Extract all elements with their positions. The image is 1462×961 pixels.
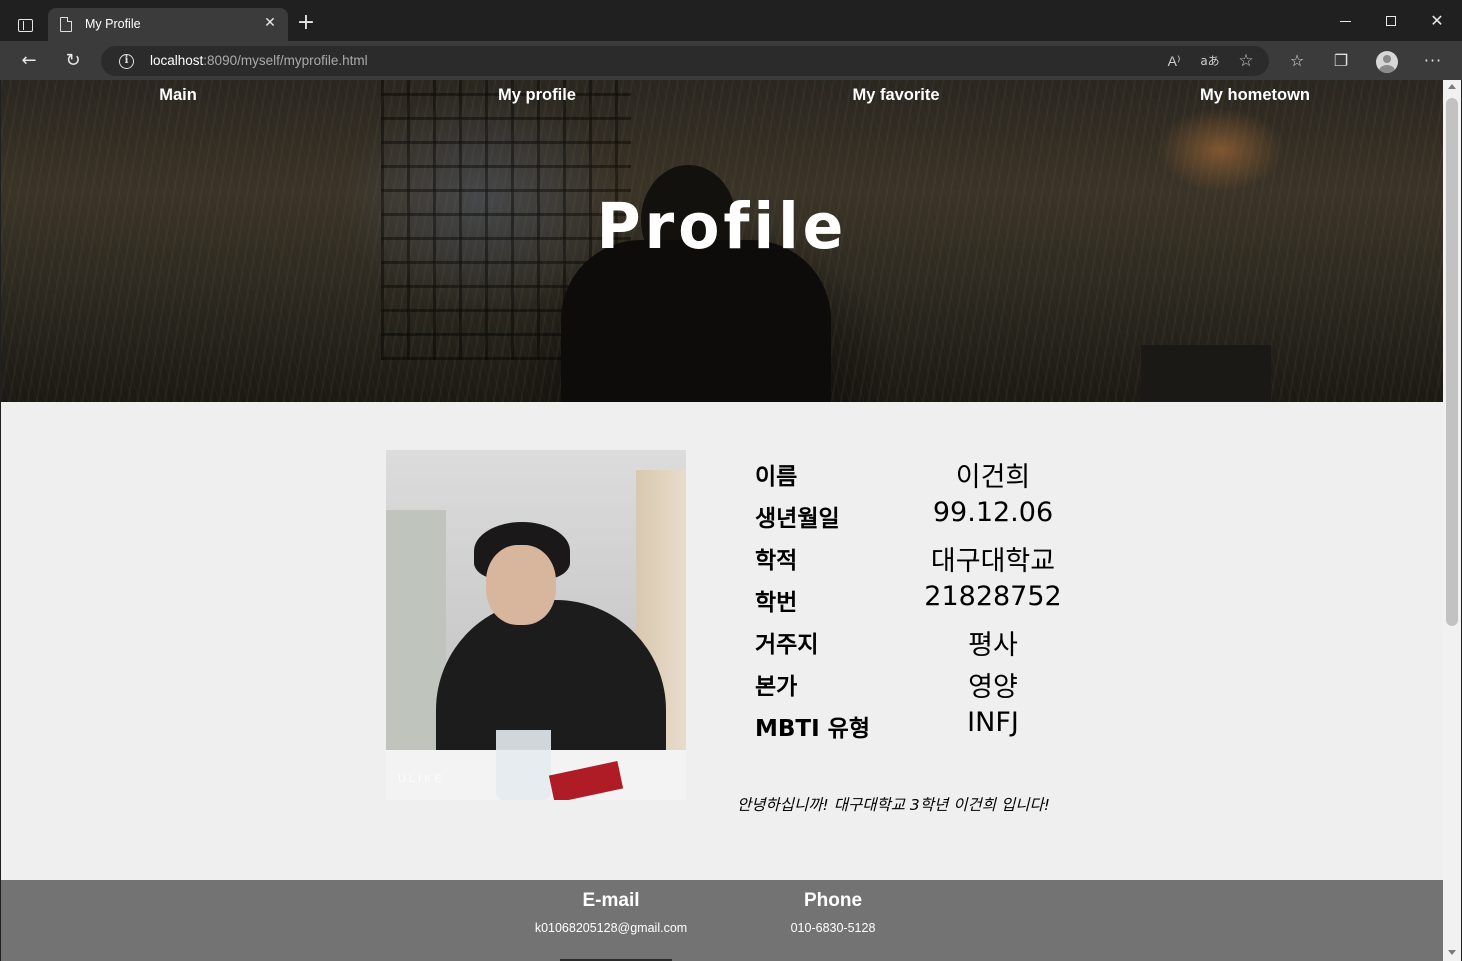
info-value: INFJ bbox=[967, 707, 1019, 738]
info-row-mbti: MBTI 유형 INFJ bbox=[755, 707, 1155, 751]
info-label: 학번 bbox=[755, 590, 798, 616]
scroll-up-icon[interactable] bbox=[1448, 84, 1456, 89]
tab-actions-icon[interactable] bbox=[12, 12, 38, 38]
info-value: 영양 bbox=[968, 672, 1018, 703]
url-text[interactable]: localhost:8090/myself/myprofile.html bbox=[150, 53, 368, 68]
footer: E-mail k01068205128@gmail.com Phone 010-… bbox=[1, 880, 1443, 961]
info-label: 생년월일 bbox=[755, 506, 840, 532]
info-row-birthdate: 생년월일 99.12.06 bbox=[755, 497, 1155, 541]
footer-phone: Phone 010-6830-5128 bbox=[791, 890, 876, 935]
info-label: MBTI 유형 bbox=[755, 716, 870, 742]
close-tab-icon[interactable]: ✕ bbox=[262, 15, 278, 31]
tab-title: My Profile bbox=[85, 17, 141, 31]
scroll-thumb[interactable] bbox=[1446, 98, 1458, 626]
nav-link-my-hometown[interactable]: My hometown bbox=[1200, 86, 1310, 105]
photo-watermark: ULIKE bbox=[398, 773, 445, 785]
info-row-school: 학적 대구대학교 bbox=[755, 541, 1155, 583]
close-window-button[interactable]: ✕ bbox=[1414, 8, 1460, 34]
info-value: 21828752 bbox=[924, 581, 1062, 612]
greeting-text: 안녕하십니까! 대구대학교 3학년 이건희 입니다! bbox=[737, 796, 1050, 814]
hero-banner: Main My profile My favorite My hometown … bbox=[1, 80, 1443, 402]
site-info-icon[interactable]: i bbox=[119, 54, 134, 69]
phone-value[interactable]: 010-6830-5128 bbox=[791, 921, 876, 935]
address-bar[interactable]: i localhost:8090/myself/myprofile.html A… bbox=[101, 46, 1269, 76]
info-label: 학적 bbox=[755, 548, 798, 574]
favorites-icon[interactable]: ☆ bbox=[1285, 49, 1309, 73]
browser-titlebar: My Profile ✕ + ✕ bbox=[0, 0, 1462, 41]
info-value: 99.12.06 bbox=[932, 497, 1054, 528]
top-navigation: Main My profile My favorite My hometown bbox=[1, 80, 1443, 112]
browser-toolbar: ← ↻ i localhost:8090/myself/myprofile.ht… bbox=[0, 41, 1462, 80]
info-row-name: 이름 이건희 bbox=[755, 457, 1155, 499]
profile-photo: ULIKE bbox=[386, 450, 686, 800]
page-icon bbox=[60, 17, 72, 32]
new-tab-button[interactable]: + bbox=[296, 12, 316, 34]
add-favorite-icon[interactable]: ☆ bbox=[1236, 51, 1256, 71]
nav-link-my-profile[interactable]: My profile bbox=[498, 86, 576, 105]
minimize-button[interactable] bbox=[1322, 8, 1368, 34]
nav-link-my-favorite[interactable]: My favorite bbox=[852, 86, 939, 105]
browser-tab[interactable]: My Profile ✕ bbox=[48, 8, 288, 41]
collections-icon[interactable]: ❐ bbox=[1329, 49, 1353, 73]
info-value: 평사 bbox=[968, 630, 1018, 661]
vertical-scrollbar[interactable] bbox=[1443, 80, 1461, 961]
info-row-student-id: 학번 21828752 bbox=[755, 581, 1155, 625]
info-row-residence: 거주지 평사 bbox=[755, 625, 1155, 667]
read-aloud-icon[interactable]: A⁾ bbox=[1164, 51, 1184, 71]
info-label: 거주지 bbox=[755, 632, 819, 658]
page-viewport: Main My profile My favorite My hometown … bbox=[1, 80, 1443, 961]
footer-email: E-mail k01068205128@gmail.com bbox=[535, 890, 687, 935]
info-row-hometown: 본가 영양 bbox=[755, 667, 1155, 709]
nav-link-main[interactable]: Main bbox=[159, 86, 197, 105]
maximize-button[interactable] bbox=[1368, 8, 1414, 34]
profile-avatar-icon[interactable] bbox=[1375, 49, 1399, 73]
more-menu-icon[interactable]: ··· bbox=[1421, 49, 1445, 73]
scroll-down-icon[interactable] bbox=[1448, 950, 1456, 955]
info-value: 대구대학교 bbox=[930, 546, 1056, 577]
email-heading: E-mail bbox=[582, 890, 640, 911]
email-value[interactable]: k01068205128@gmail.com bbox=[535, 921, 687, 935]
info-label: 이름 bbox=[755, 464, 798, 490]
back-arrow-icon[interactable]: ← bbox=[17, 49, 41, 73]
translate-icon[interactable]: aあ bbox=[1200, 51, 1220, 71]
phone-heading: Phone bbox=[803, 890, 863, 911]
info-label: 본가 bbox=[755, 674, 798, 700]
reload-icon[interactable]: ↻ bbox=[61, 49, 85, 73]
info-value: 이건희 bbox=[955, 462, 1031, 493]
page-title: Profile bbox=[596, 190, 848, 264]
